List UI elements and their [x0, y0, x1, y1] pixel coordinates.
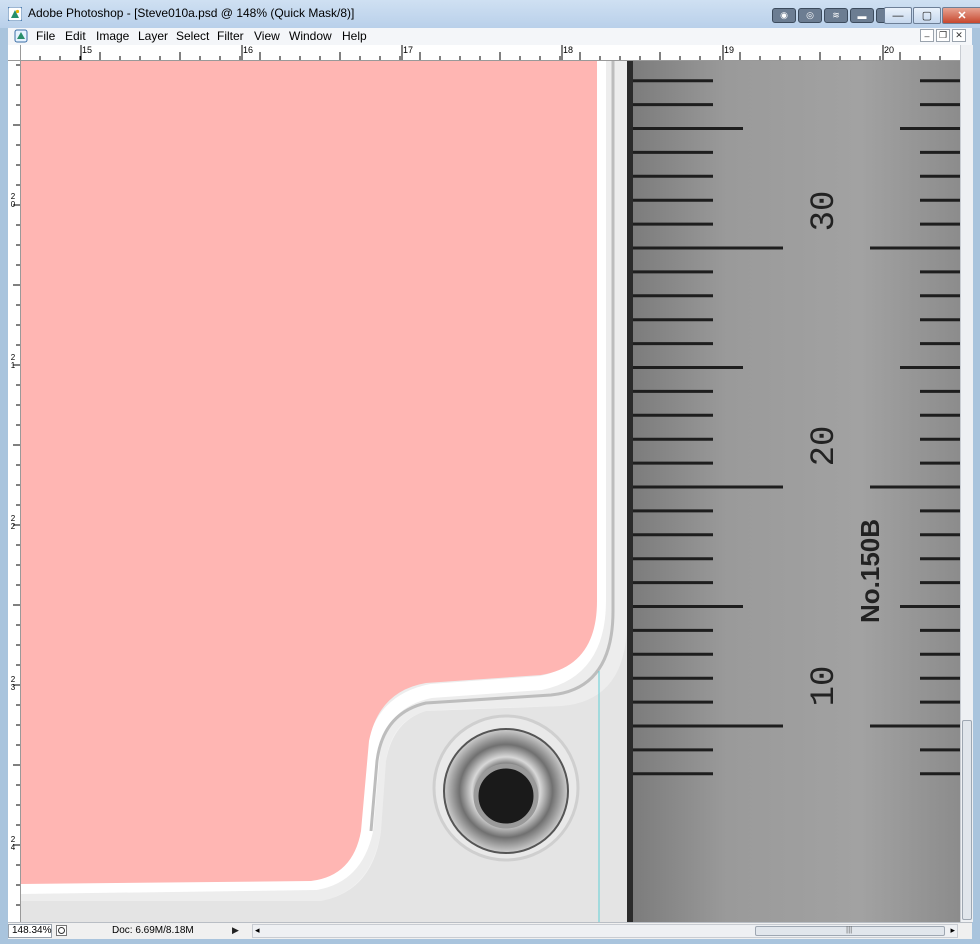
ruler-number-20: 20: [806, 426, 844, 467]
ruler-label-23v: 2 3: [10, 675, 16, 692]
ruler-model-label: No.150B: [855, 519, 885, 623]
status-info-icon[interactable]: [56, 925, 67, 936]
scroll-right-icon[interactable]: ▸: [950, 925, 955, 936]
menu-layer[interactable]: Layer: [138, 29, 168, 43]
horizontal-scroll-thumb[interactable]: |||: [755, 925, 945, 936]
view-icon[interactable]: ◎: [798, 8, 822, 23]
ruler-label-19: 19: [724, 45, 735, 55]
minimize-button[interactable]: —: [884, 7, 912, 24]
menu-view[interactable]: View: [254, 29, 280, 43]
menu-select[interactable]: Select: [176, 29, 209, 43]
menu-image[interactable]: Image: [96, 29, 129, 43]
horizontal-scrollbar[interactable]: ◂ ||| ▸: [252, 924, 958, 938]
menu-filter[interactable]: Filter: [217, 29, 244, 43]
canvas-image: 30 20 10 No.150B: [21, 61, 960, 922]
ruler-number-30: 30: [806, 191, 844, 232]
window-controls: — ▢ ✕: [884, 7, 980, 24]
ruler-label-24v: 2 4: [10, 835, 16, 852]
horizontal-ruler[interactable]: 15 16 17 18 19 20: [20, 45, 960, 61]
ruler-label-18: 18: [563, 45, 574, 55]
ruler-edge: [627, 61, 633, 922]
document-size: Doc: 6.69M/8.18M: [112, 925, 194, 936]
document-icon[interactable]: [14, 29, 28, 43]
vertical-scroll-thumb[interactable]: [962, 720, 972, 920]
ruler-origin[interactable]: [8, 45, 21, 61]
document-window-controls: – ❐ ✕: [920, 29, 966, 42]
ruler-label-20: 20: [884, 45, 895, 55]
zoom-field[interactable]: 148.34%: [8, 924, 52, 938]
close-button[interactable]: ✕: [942, 7, 980, 24]
doc-close-button[interactable]: ✕: [952, 29, 966, 42]
ruler-label-22v: 2 2: [10, 514, 16, 531]
menu-edit[interactable]: Edit: [65, 29, 86, 43]
status-bar: 148.34% Doc: 6.69M/8.18M ▶ ◂ ||| ▸: [8, 922, 972, 939]
scroll-left-icon[interactable]: ◂: [255, 925, 260, 936]
menu-window[interactable]: Window: [289, 29, 332, 43]
grip-icon: |||: [846, 925, 853, 934]
ruler-label-21v: 2 1: [10, 353, 16, 370]
title-bar[interactable]: Adobe Photoshop - [Steve010a.psd @ 148% …: [0, 0, 980, 28]
insert-hole: [473, 763, 539, 829]
vertical-ruler-ticks: [13, 45, 20, 906]
window-title: Adobe Photoshop - [Steve010a.psd @ 148% …: [28, 6, 355, 20]
doc-restore-button[interactable]: ❐: [936, 29, 950, 42]
vertical-scrollbar[interactable]: [960, 45, 973, 922]
maximize-button[interactable]: ▢: [913, 7, 941, 24]
horizontal-ruler-ticks: [20, 45, 941, 60]
status-menu-arrow-icon[interactable]: ▶: [232, 925, 239, 936]
screen-mode-icon[interactable]: ◉: [772, 8, 796, 23]
palette-well-icon[interactable]: ▬: [850, 8, 874, 23]
menu-file[interactable]: File: [36, 29, 55, 43]
ruler-label-16: 16: [243, 45, 254, 55]
photoshop-icon: [8, 7, 22, 21]
title-tool-buttons: ◉ ◎ ≋ ▬ ●: [772, 8, 900, 24]
vertical-ruler[interactable]: 2 0 2 1 2 2 2 3 2 4: [8, 45, 21, 922]
doc-minimize-button[interactable]: –: [920, 29, 934, 42]
ruler-label-15: 15: [82, 45, 93, 55]
steel-ruler: [627, 61, 960, 922]
document-canvas[interactable]: 30 20 10 No.150B: [21, 61, 960, 922]
window-frame: [0, 28, 8, 944]
menu-help[interactable]: Help: [342, 29, 367, 43]
ruler-label-17: 17: [403, 45, 414, 55]
menu-bar: File Edit Image Layer Select Filter View…: [8, 28, 972, 46]
ruler-label-20v: 2 0: [10, 192, 16, 209]
ruler-number-10: 10: [806, 666, 844, 707]
workspace-icon[interactable]: ≋: [824, 8, 848, 23]
